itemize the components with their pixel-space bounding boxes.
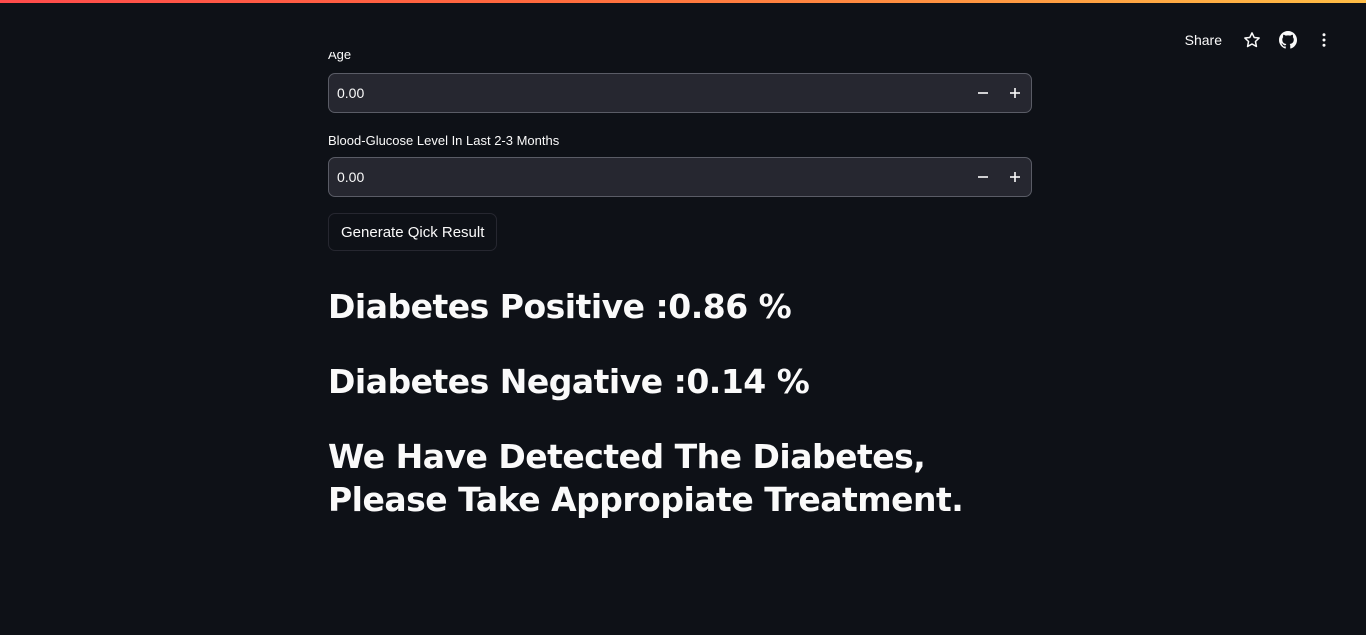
first-field-label: Age	[328, 52, 352, 62]
blood-glucose-value[interactable]	[329, 168, 967, 186]
increment-button[interactable]	[999, 74, 1031, 112]
decrement-button[interactable]	[967, 74, 999, 112]
positive-result-heading: Diabetes Positive :0.86 %	[328, 287, 792, 326]
blood-glucose-input[interactable]	[328, 157, 1032, 197]
share-button[interactable]: Share	[1173, 26, 1234, 54]
github-icon[interactable]	[1270, 26, 1306, 54]
generate-result-button[interactable]: Generate Qick Result	[328, 213, 498, 251]
first-number-value[interactable]	[329, 84, 967, 102]
increment-button[interactable]	[999, 158, 1031, 196]
first-number-input[interactable]	[328, 73, 1032, 113]
blood-glucose-label: Blood-Glucose Level In Last 2-3 Months	[328, 133, 560, 148]
diagnosis-message: We Have Detected The Diabetes, Please Ta…	[328, 437, 964, 519]
negative-result-heading: Diabetes Negative :0.14 %	[328, 362, 810, 401]
star-icon[interactable]	[1234, 26, 1270, 54]
decrement-button[interactable]	[967, 158, 999, 196]
header-toolbar: Share	[1173, 26, 1342, 54]
kebab-menu-icon[interactable]	[1306, 26, 1342, 54]
top-accent-bar	[0, 0, 1366, 3]
